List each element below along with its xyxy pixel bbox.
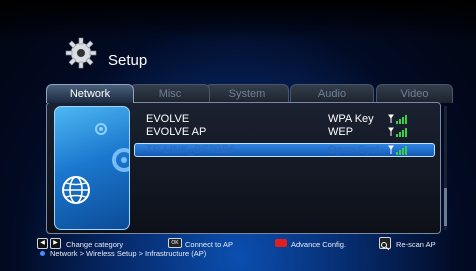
- ok-key-icon: OK: [168, 238, 182, 248]
- network-name: EVOLVE AP: [146, 126, 207, 138]
- small-gear-icon: [95, 123, 107, 135]
- rescan-hint: Re-scan AP: [396, 240, 436, 249]
- tab-system[interactable]: System: [205, 84, 289, 103]
- tab-video[interactable]: Video: [376, 84, 453, 103]
- network-name: TP-LINK_BF7BB6: [146, 144, 236, 156]
- tab-audio[interactable]: Audio: [290, 84, 374, 103]
- signal-strength-icon: [388, 145, 407, 155]
- network-category-card: [54, 106, 130, 230]
- signal-strength-icon: [388, 127, 407, 137]
- tab-misc[interactable]: Misc: [130, 84, 210, 103]
- right-arrow-key-icon: ▶: [50, 238, 61, 249]
- globe-icon: [62, 176, 90, 204]
- scrollbar-thumb[interactable]: [444, 188, 447, 226]
- settings-gear-icon: [65, 37, 97, 69]
- advance-config-hint: Advance Config.: [291, 240, 347, 249]
- tab-network[interactable]: Network: [46, 84, 134, 103]
- left-arrow-key-icon: ◀: [37, 238, 48, 249]
- change-category-hint: Change category: [66, 240, 124, 249]
- network-security: WPA Key: [328, 113, 374, 125]
- red-key-icon: [275, 239, 287, 247]
- network-security: Open Syst...: [328, 144, 389, 156]
- large-gear-icon: [112, 148, 129, 172]
- signal-strength-icon: [388, 114, 407, 124]
- page-title: Setup: [108, 52, 148, 69]
- connect-hint: Connect to AP: [185, 240, 233, 249]
- bullet-icon: [40, 251, 45, 256]
- scrollbar[interactable]: [444, 106, 447, 230]
- network-security: WEP: [328, 126, 354, 138]
- top-shade: [0, 0, 476, 40]
- breadcrumb: Network > Wireless Setup > Infrastructur…: [50, 249, 207, 258]
- network-name: EVOLVE: [146, 113, 190, 125]
- search-key-icon: [379, 237, 391, 251]
